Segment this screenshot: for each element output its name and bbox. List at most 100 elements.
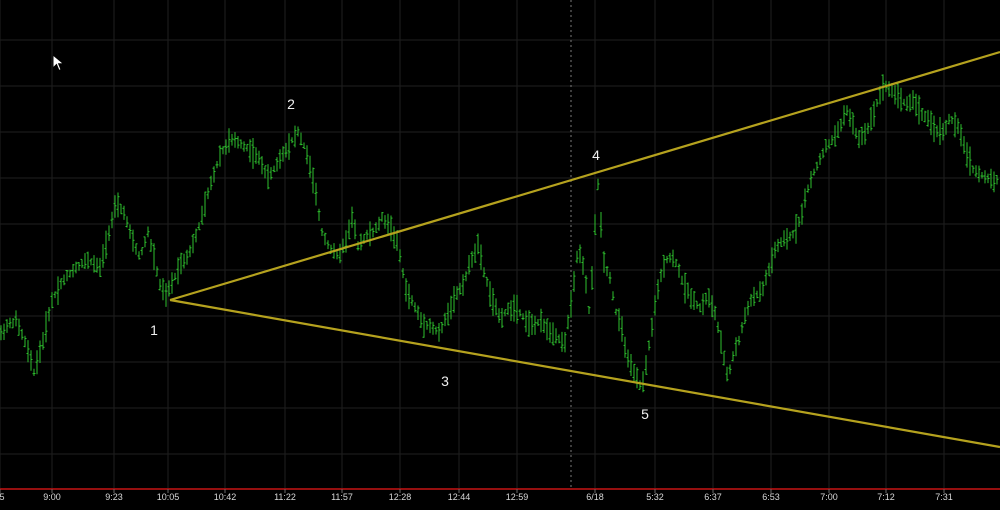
price-bar — [539, 308, 543, 333]
price-bar — [416, 305, 420, 320]
price-bar — [365, 229, 369, 240]
price-bar — [854, 127, 858, 139]
price-bar — [170, 272, 174, 294]
price-bar — [788, 231, 792, 241]
price-bar — [2, 323, 6, 340]
price-bar — [842, 105, 846, 126]
price-bar — [800, 203, 804, 225]
price-bar — [50, 292, 54, 309]
price-bar — [623, 336, 627, 358]
price-bar — [203, 191, 207, 217]
price-bar — [290, 137, 294, 144]
price-bar — [605, 266, 609, 277]
price-bar — [947, 113, 951, 125]
price-bar — [914, 93, 918, 117]
chart-stage[interactable]: 1 2 3 4 5 5 9:00 9:23 10:05 10:42 11:22 11:57 1… — [0, 0, 1000, 505]
price-bar — [464, 271, 468, 282]
price-bar — [887, 81, 891, 97]
price-bar — [530, 313, 534, 335]
price-bar — [617, 308, 621, 332]
trendline-lower[interactable] — [169, 298, 1000, 449]
price-bar — [686, 282, 690, 299]
price-bar — [200, 205, 204, 225]
price-bar — [713, 305, 717, 321]
price-bar — [803, 188, 807, 208]
price-bar — [560, 331, 564, 352]
price-bar — [239, 139, 243, 149]
price-bar — [824, 139, 828, 153]
price-bar — [629, 354, 633, 376]
price-bar — [740, 322, 744, 334]
price-bar — [173, 272, 177, 281]
price-bar — [251, 138, 255, 169]
price-bar — [146, 226, 150, 238]
price-bar — [428, 318, 432, 334]
price-bar — [368, 221, 372, 247]
price-bar — [638, 380, 642, 390]
price-bar — [182, 253, 186, 269]
price-bar — [5, 319, 9, 333]
price-bar — [512, 294, 516, 322]
price-bar — [149, 239, 153, 252]
price-bar — [782, 230, 786, 247]
price-bar — [827, 139, 831, 149]
price-bar — [581, 256, 585, 275]
price-bar — [806, 184, 810, 193]
price-bar — [206, 187, 210, 200]
price-bar — [833, 125, 837, 147]
price-bar — [662, 254, 666, 278]
price-bar — [725, 366, 729, 382]
price-bar — [473, 243, 477, 263]
price-bar — [419, 312, 423, 328]
price-bar — [425, 320, 429, 330]
price-bar — [626, 349, 630, 368]
price-bar — [59, 278, 63, 290]
price-bar — [857, 130, 861, 149]
x-tick-label-4: 10:42 — [214, 492, 237, 502]
x-tick-label-3: 10:05 — [157, 492, 180, 502]
price-bar — [656, 279, 660, 300]
price-bar — [950, 116, 954, 124]
pivot-label-3: 3 — [441, 373, 449, 389]
price-bar — [614, 308, 618, 316]
price-bar — [929, 110, 933, 136]
price-bar — [545, 318, 549, 341]
price-bar — [812, 168, 816, 176]
price-bar — [983, 170, 987, 184]
price-bar — [302, 142, 306, 149]
price-bar — [476, 233, 480, 255]
price-bar — [299, 132, 303, 146]
price-bar — [587, 306, 591, 314]
price-bar — [392, 226, 396, 249]
price-bar — [488, 281, 492, 307]
price-bar — [536, 319, 540, 326]
x-tick-label-12: 6:37 — [704, 492, 722, 502]
trendline-upper[interactable] — [169, 50, 1000, 302]
price-bar — [764, 269, 768, 286]
price-bar — [143, 236, 147, 248]
price-bar — [863, 123, 867, 145]
price-bar — [410, 295, 414, 306]
price-bar — [338, 243, 342, 264]
price-bar — [935, 125, 939, 138]
price-bar — [749, 293, 753, 307]
price-bar — [818, 153, 822, 165]
price-bar — [452, 286, 456, 313]
price-bar — [266, 164, 270, 190]
price-bar — [455, 286, 459, 300]
grid — [0, 0, 1000, 488]
ohlc-chart[interactable]: 1 2 3 4 5 5 9:00 9:23 10:05 10:42 11:22 11:57 1… — [0, 0, 1000, 505]
price-bar — [188, 245, 192, 258]
price-bar — [233, 132, 237, 148]
price-bar — [11, 318, 15, 329]
price-bar — [815, 161, 819, 171]
x-tick-label-8: 12:44 — [448, 492, 471, 502]
pivot-label-1: 1 — [150, 322, 158, 338]
price-bar — [437, 323, 441, 342]
price-bar — [155, 266, 159, 277]
price-bar — [389, 215, 393, 242]
price-bar — [323, 232, 327, 246]
price-bar — [128, 224, 132, 239]
price-bar — [860, 126, 864, 146]
price-bar — [776, 238, 780, 253]
